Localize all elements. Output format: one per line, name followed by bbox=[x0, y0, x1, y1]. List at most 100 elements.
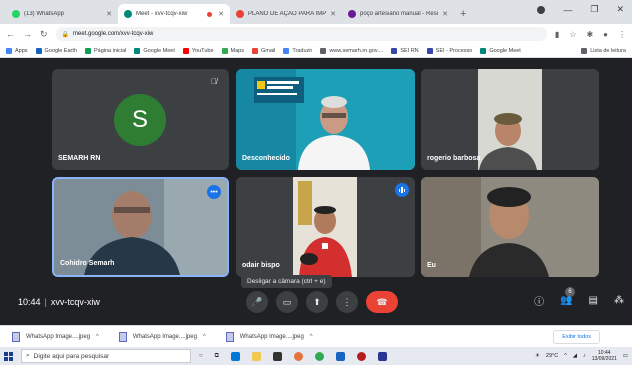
browser-tab[interactable]: (13) WhatsApp ✕ bbox=[6, 4, 118, 24]
chevron-up-icon[interactable]: ^ bbox=[203, 334, 206, 340]
app-icon[interactable] bbox=[335, 351, 345, 361]
task-view-icon[interactable]: ⧉ bbox=[215, 353, 219, 360]
bookmark-item[interactable]: YouTube bbox=[182, 47, 214, 54]
bookmark-item[interactable]: Google Meet bbox=[480, 47, 521, 54]
more-options-button[interactable]: ⋮ bbox=[336, 291, 358, 313]
close-icon[interactable]: ✕ bbox=[106, 10, 112, 18]
weather-temp: 29°C bbox=[545, 353, 559, 359]
participant-tile[interactable]: rogerio barbosa bbox=[421, 69, 599, 170]
download-item[interactable]: WhatsApp Image....jpeg ^ bbox=[225, 331, 313, 342]
address-text: meet.google.com/xvv-tcqv-xiw bbox=[73, 31, 154, 37]
back-icon[interactable]: ← bbox=[6, 29, 15, 39]
bookmark-item[interactable]: Apps bbox=[6, 47, 28, 54]
new-tab-button[interactable]: + bbox=[460, 4, 466, 24]
download-name: WhatsApp Image....jpeg bbox=[239, 333, 304, 340]
chat-icon[interactable]: ▤ bbox=[589, 295, 598, 306]
notifications-icon[interactable]: ▭ bbox=[623, 353, 628, 359]
weather-icon[interactable]: ☀ bbox=[535, 353, 540, 359]
meeting-info: 10:44 | xvv-tcqv-xiw bbox=[18, 297, 100, 307]
close-window-button[interactable]: ✕ bbox=[616, 4, 624, 15]
taskbar-search-input[interactable]: ⌕ Digite aqui para pesquisar bbox=[21, 349, 191, 363]
bookmark-icon bbox=[283, 47, 290, 54]
more-options-button[interactable]: ••• bbox=[207, 185, 221, 199]
bookmark-item[interactable]: Google Meet bbox=[134, 47, 175, 54]
info-icon[interactable]: ⓘ bbox=[534, 293, 544, 308]
bookmark-item[interactable]: Traduzir bbox=[283, 47, 312, 54]
camera-button[interactable]: ▭ bbox=[276, 291, 298, 313]
chevron-up-icon[interactable]: ^ bbox=[96, 334, 99, 340]
participant-tile[interactable]: S 🎙̸ SEMARH RN bbox=[52, 69, 229, 170]
bookmark-label: Google Meet bbox=[143, 47, 175, 54]
forward-icon[interactable]: → bbox=[23, 29, 32, 39]
file-explorer-icon[interactable] bbox=[251, 351, 261, 361]
download-item[interactable]: WhatsApp Image....jpeg ^ bbox=[12, 331, 99, 342]
system-tray: ☀ 29°C ^ ◢ ♪ 10:44 13/09/2021 ▭ bbox=[535, 350, 628, 362]
bookmark-item[interactable]: Gmail bbox=[251, 47, 275, 54]
menu-icon[interactable]: ⋮ bbox=[618, 30, 626, 39]
profile-icon[interactable] bbox=[537, 5, 546, 14]
lock-icon: 🔒 bbox=[61, 31, 70, 38]
reload-icon[interactable]: ↻ bbox=[40, 29, 48, 40]
bookmark-item[interactable]: www.semarh.rn.gov.... bbox=[320, 47, 384, 54]
close-icon[interactable]: ✕ bbox=[442, 10, 448, 18]
browser-tab[interactable]: PLANO DE AÇÃO PARA IMPLAN ✕ bbox=[230, 4, 342, 24]
bookmark-item[interactable]: SEI - Processo bbox=[426, 47, 473, 54]
leave-call-button[interactable]: ☎ bbox=[366, 291, 398, 313]
show-all-downloads-button[interactable]: Exibir todos bbox=[553, 329, 600, 344]
edge-icon[interactable] bbox=[230, 351, 240, 361]
microphone-button[interactable]: 🎤 bbox=[246, 291, 268, 313]
bookmark-item[interactable]: Maps bbox=[221, 47, 244, 54]
bookmark-item[interactable]: Página inicial bbox=[84, 47, 126, 54]
close-icon[interactable]: ✕ bbox=[330, 10, 336, 18]
bookmark-reading-list[interactable]: Lista de leitura bbox=[581, 47, 626, 54]
participant-tile-pinned[interactable]: ••• Cohidro Semarh bbox=[52, 177, 229, 277]
camera-in-use-icon[interactable]: ▮ bbox=[555, 30, 559, 39]
bookmark-item[interactable]: SEI RN bbox=[391, 47, 419, 54]
cortana-icon[interactable]: ○ bbox=[199, 353, 203, 359]
minimize-button[interactable]: — bbox=[563, 5, 572, 15]
network-icon[interactable]: ◢ bbox=[573, 353, 577, 359]
volume-icon[interactable]: ♪ bbox=[583, 353, 586, 359]
bookmark-label: YouTube bbox=[191, 47, 214, 54]
participant-tile[interactable]: Desconhecido bbox=[236, 69, 415, 170]
bookmark-label: www.semarh.rn.gov.... bbox=[329, 47, 384, 54]
chevron-up-icon[interactable]: ^ bbox=[310, 334, 313, 340]
star-icon[interactable]: ☆ bbox=[569, 30, 576, 39]
avatar-icon[interactable]: ● bbox=[603, 30, 608, 39]
speaking-indicator-icon bbox=[395, 183, 409, 197]
firefox-icon[interactable] bbox=[293, 351, 303, 361]
maximize-button[interactable]: ❐ bbox=[590, 4, 598, 15]
app-icon[interactable] bbox=[356, 351, 366, 361]
bookmark-icon bbox=[35, 47, 42, 54]
windows-taskbar: ⌕ Digite aqui para pesquisar ○ ⧉ ☀ 29°C … bbox=[0, 347, 632, 365]
extensions-icon[interactable]: ✱ bbox=[586, 30, 593, 39]
chrome-icon[interactable] bbox=[314, 351, 324, 361]
participant-tile-self[interactable]: Eu bbox=[421, 177, 599, 277]
clock-date: 13/09/2021 bbox=[591, 356, 617, 362]
app-icon[interactable] bbox=[377, 351, 387, 361]
windows-start-icon[interactable] bbox=[4, 351, 13, 361]
browser-tab[interactable]: poço artesiano manual - Resulta ✕ bbox=[342, 4, 454, 24]
download-item[interactable]: WhatsApp Image....jpeg ^ bbox=[118, 331, 206, 342]
close-icon[interactable]: ✕ bbox=[218, 10, 224, 18]
bookmark-label: Google Meet bbox=[489, 47, 521, 54]
clock[interactable]: 10:44 13/09/2021 bbox=[592, 350, 617, 362]
bookmark-label: Maps bbox=[230, 47, 244, 54]
activities-icon[interactable]: ⁂ bbox=[614, 295, 624, 306]
meeting-code: xvv-tcqv-xiw bbox=[50, 297, 100, 307]
browser-tab-active[interactable]: Meet - xvv-tcqv-xiw ✕ bbox=[118, 4, 230, 24]
chevron-up-icon[interactable]: ^ bbox=[564, 353, 567, 359]
store-icon[interactable] bbox=[272, 351, 282, 361]
browser-toolbar: ← → ↻ 🔒 meet.google.com/xvv-tcqv-xiw ▮ ☆… bbox=[0, 24, 632, 44]
bookmark-item[interactable]: Google Earth bbox=[35, 47, 77, 54]
tab-title: (13) WhatsApp bbox=[24, 11, 65, 17]
bookmark-label: SEI - Processo bbox=[435, 47, 473, 54]
search-icon: ⌕ bbox=[26, 352, 30, 359]
participant-tile[interactable]: odair bispo bbox=[236, 177, 415, 277]
participant-name: Desconhecido bbox=[242, 155, 290, 162]
bookmark-icon bbox=[251, 47, 258, 54]
participant-name: odair bispo bbox=[242, 262, 280, 269]
address-bar[interactable]: 🔒 meet.google.com/xvv-tcqv-xiw bbox=[55, 27, 547, 41]
present-screen-button[interactable]: ⬆ bbox=[306, 291, 328, 313]
people-icon[interactable]: 👥 bbox=[560, 295, 572, 306]
